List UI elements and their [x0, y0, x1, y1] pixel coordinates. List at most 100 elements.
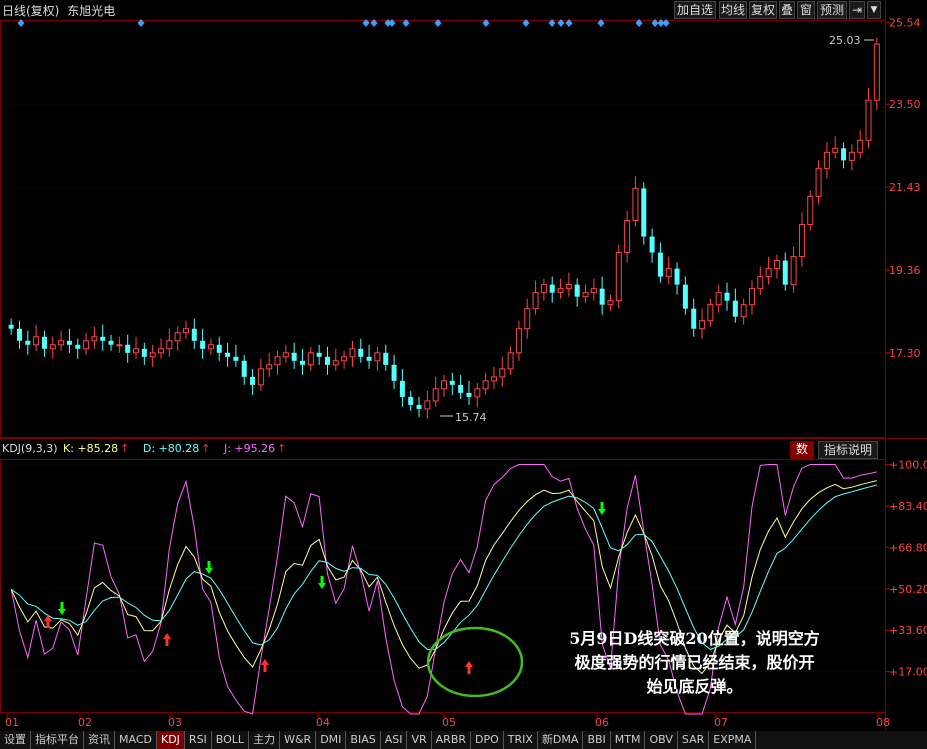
candle-body-down	[108, 340, 114, 345]
price-axis-label: 23.50	[889, 98, 921, 111]
candle-body-up	[815, 167, 822, 197]
tab-indicator-platform[interactable]: 指标平台	[31, 731, 84, 749]
candle-body-down	[574, 284, 580, 297]
buy-arrow-icon	[261, 659, 269, 672]
candle-body-down	[641, 188, 647, 237]
tab-vr[interactable]: VR	[407, 731, 432, 749]
candle-body-down	[66, 340, 72, 345]
candle-body-up	[474, 388, 481, 398]
candle-body-up	[257, 368, 264, 386]
d-arrow-icon: ↑	[201, 442, 211, 455]
tab-main-force[interactable]: 主力	[249, 731, 281, 749]
candle-body-up	[349, 348, 356, 358]
tab-rsi[interactable]: RSI	[185, 731, 212, 749]
adjust-button[interactable]: 复权	[749, 1, 777, 19]
tab-wr[interactable]: W&R	[280, 731, 317, 749]
sell-arrow-icon	[318, 576, 326, 589]
candle-body-down	[125, 344, 131, 353]
candle-body-up	[857, 139, 864, 153]
candle-body-down	[466, 392, 472, 397]
tab-expma[interactable]: EXPMA	[709, 731, 757, 749]
candle-body-down	[241, 360, 247, 377]
candle-body-down	[291, 352, 297, 361]
candle-body-up	[823, 151, 830, 169]
tab-arbr[interactable]: ARBR	[432, 731, 472, 749]
tab-news[interactable]: 资讯	[84, 731, 115, 749]
candle-body-up	[83, 340, 90, 350]
sell-arrow-icon	[598, 502, 606, 515]
stock-name: 东旭光电	[67, 4, 116, 18]
candle-body-up	[432, 388, 439, 402]
candle-body-down	[449, 380, 455, 385]
nav-arrow-icon[interactable]: ⇥	[849, 1, 865, 19]
tab-trix[interactable]: TRIX	[504, 731, 538, 749]
tab-new-dma[interactable]: 新DMA	[538, 731, 584, 749]
candle-body-down	[41, 336, 47, 349]
candle-body-up	[33, 336, 40, 346]
candle-body-down	[16, 328, 22, 341]
candle-body-up	[274, 356, 281, 366]
tab-asi[interactable]: ASI	[381, 731, 408, 749]
sell-arrow-icon	[58, 602, 66, 615]
overlay-button[interactable]: 叠	[779, 1, 795, 19]
k-value: K: +85.28	[63, 442, 119, 455]
candle-body-up	[58, 340, 65, 346]
candle-body-up	[532, 292, 539, 310]
buy-arrow-icon	[163, 633, 171, 646]
candle-body-down	[732, 300, 738, 317]
candle-body-up	[699, 320, 706, 330]
candle-body-down	[691, 308, 697, 329]
candle-body-up	[507, 352, 514, 370]
tab-macd[interactable]: MACD	[115, 731, 157, 749]
candle-body-down	[233, 356, 239, 361]
candle-body-up	[773, 260, 780, 270]
month-label: 04	[316, 716, 330, 729]
candle-body-up	[207, 344, 214, 350]
candle-body-up	[740, 304, 747, 318]
dropdown-icon[interactable]: ▼	[867, 1, 881, 19]
indicator-tabs: 设置 指标平台 资讯 MACD KDJ RSI BOLL 主力 W&R DMI …	[0, 731, 927, 749]
candle-body-down	[841, 148, 847, 161]
candle-body-up	[873, 43, 880, 101]
tab-boll[interactable]: BOLL	[212, 731, 250, 749]
candle-body-up	[490, 376, 497, 382]
price-axis-label: 17.30	[889, 347, 921, 360]
tab-kdj[interactable]: KDJ	[156, 731, 185, 749]
candle-body-down	[383, 352, 389, 365]
tab-sar[interactable]: SAR	[678, 731, 710, 749]
kdj-name: KDJ(9,3,3)	[2, 442, 58, 455]
tab-dmi[interactable]: DMI	[316, 731, 347, 749]
tab-dpo[interactable]: DPO	[471, 731, 504, 749]
candle-body-up	[557, 288, 564, 294]
candle-body-down	[657, 252, 663, 277]
candle-body-up	[149, 352, 156, 358]
candle-body-up	[757, 276, 764, 290]
window-button[interactable]: 窗	[797, 1, 815, 19]
candle-body-down	[75, 344, 81, 349]
kdj-axis-label: +50.20	[889, 583, 927, 596]
candle-body-up	[615, 252, 622, 302]
tab-mtm[interactable]: MTM	[611, 731, 646, 749]
tab-obv[interactable]: OBV	[645, 731, 678, 749]
add-watchlist-button[interactable]: 加自选	[674, 1, 716, 19]
sell-arrow-icon	[205, 561, 213, 574]
k-arrow-icon: ↑	[120, 442, 130, 455]
candle-body-up	[49, 344, 56, 350]
candle-body-up	[266, 364, 273, 370]
kdj-axis-label: +66.80	[889, 541, 927, 554]
forecast-button[interactable]: 预测	[817, 1, 847, 19]
tab-settings[interactable]: 设置	[0, 731, 31, 749]
indicator-help-button[interactable]: 指标说明	[818, 441, 878, 459]
candle-body-up	[624, 219, 631, 254]
candle-body-down	[408, 396, 414, 405]
tab-bbi[interactable]: BBI	[583, 731, 611, 749]
month-label: 07	[714, 716, 728, 729]
ma-button[interactable]: 均线	[719, 1, 747, 19]
data-button[interactable]: 数	[790, 441, 814, 459]
candle-body-down	[100, 336, 106, 341]
tab-bias[interactable]: BIAS	[346, 731, 381, 749]
price-axis-label: 21.43	[889, 181, 921, 194]
stock-chart[interactable]: 25.54 23.50 21.43 19.36 17.30 +100.0 +83.40 +66…	[0, 0, 927, 731]
candle-body-up	[865, 99, 872, 141]
candle-body-down	[674, 268, 680, 285]
